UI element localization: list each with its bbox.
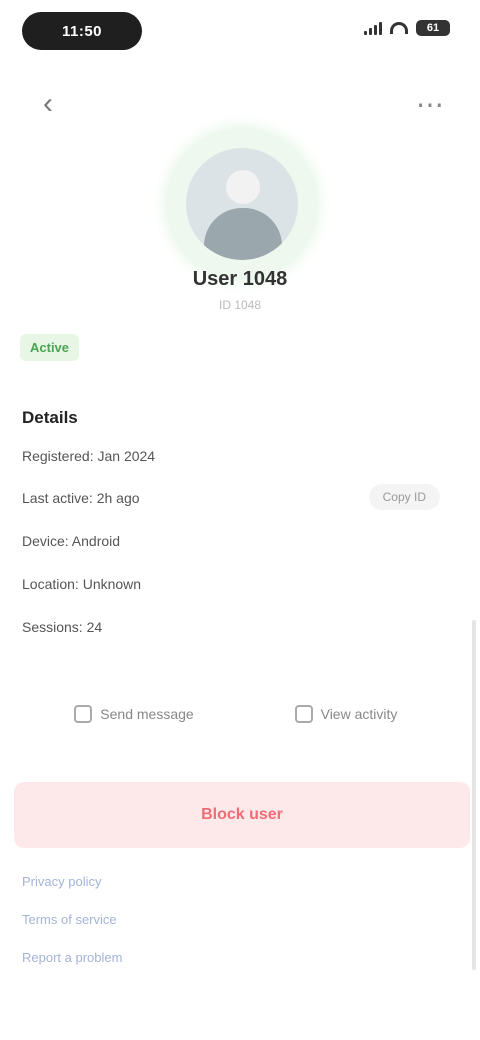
battery-level: 61 bbox=[416, 20, 450, 36]
top-nav: ‹ ⋯ bbox=[0, 64, 480, 134]
avatar-body bbox=[204, 208, 282, 260]
footer-link-terms[interactable]: Terms of service bbox=[22, 912, 117, 927]
detail-row: Sessions: 24 bbox=[22, 619, 103, 635]
wifi-icon bbox=[390, 22, 408, 34]
status-indicators: 61 bbox=[364, 20, 450, 36]
view-activity-button[interactable]: View activity bbox=[256, 690, 436, 738]
block-user-button[interactable]: Block user bbox=[14, 782, 470, 848]
footer-link-privacy[interactable]: Privacy policy bbox=[22, 874, 101, 889]
copy-id-button[interactable]: Copy ID bbox=[368, 484, 440, 510]
action-row: Send message View activity bbox=[0, 690, 480, 740]
status-chip: Active bbox=[20, 334, 80, 361]
details-title: Details bbox=[22, 408, 78, 427]
send-message-button[interactable]: Send message bbox=[44, 690, 224, 738]
activity-icon bbox=[294, 705, 313, 723]
message-icon bbox=[74, 705, 93, 723]
detail-row: Location: Unknown bbox=[22, 576, 142, 592]
profile-name: User 1048 bbox=[192, 268, 288, 290]
send-message-label: Send message bbox=[100, 706, 194, 722]
avatar bbox=[186, 148, 298, 260]
detail-row: Registered: Jan 2024 bbox=[22, 448, 156, 464]
back-button[interactable]: ‹ bbox=[22, 78, 74, 130]
status-bar: 11:50 61 bbox=[0, 0, 480, 64]
scrollbar[interactable] bbox=[472, 620, 476, 970]
chevron-left-icon: ‹ bbox=[43, 87, 53, 120]
more-button[interactable]: ⋯ bbox=[400, 78, 460, 130]
status-time: 11:50 bbox=[22, 12, 142, 50]
avatar-ring[interactable] bbox=[168, 130, 316, 278]
profile-subtitle: ID 1048 bbox=[218, 298, 262, 312]
more-icon: ⋯ bbox=[416, 88, 444, 120]
detail-row: Device: Android bbox=[22, 533, 121, 549]
detail-row: Last active: 2h ago bbox=[22, 490, 140, 506]
view-activity-label: View activity bbox=[320, 706, 398, 722]
avatar-head bbox=[226, 170, 260, 204]
signal-icon bbox=[364, 21, 382, 35]
footer-link-report[interactable]: Report a problem bbox=[22, 950, 122, 965]
